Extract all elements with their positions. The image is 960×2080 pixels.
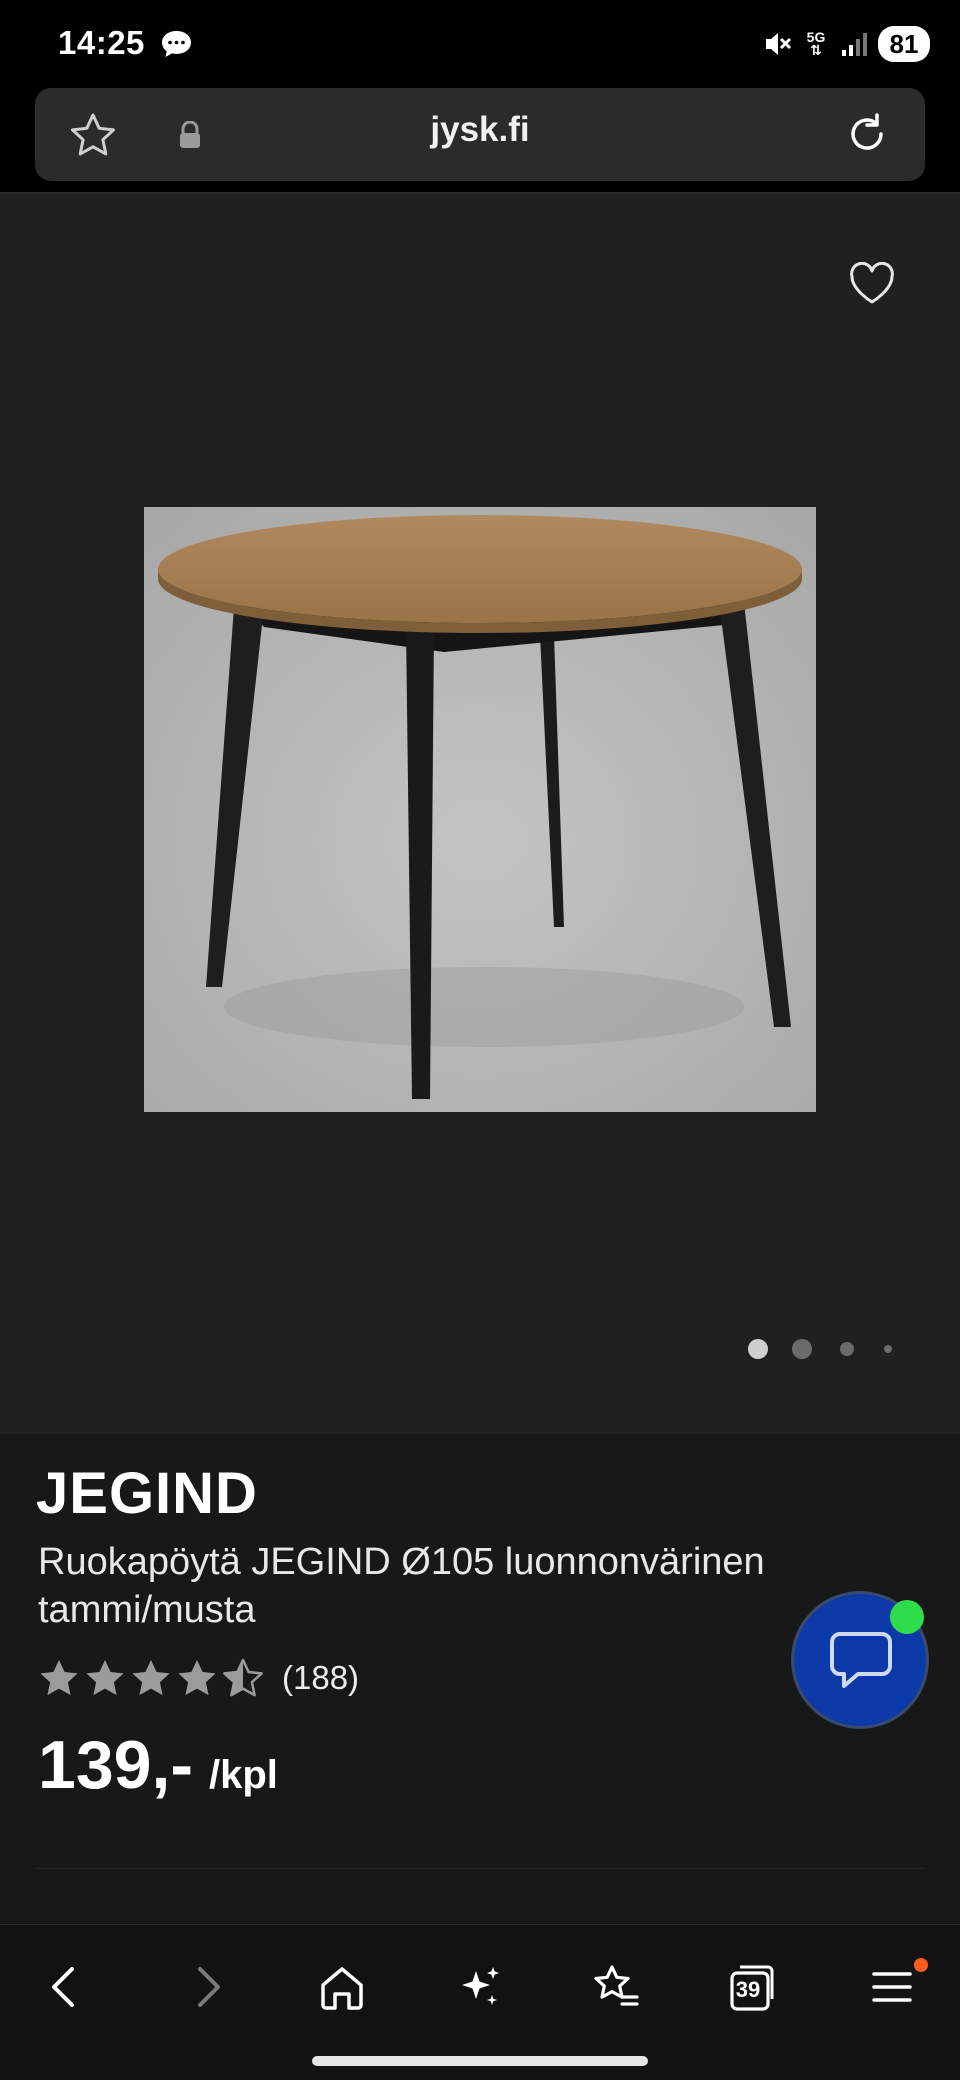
price-row: 139,- /kpl	[38, 1726, 278, 1804]
product-image[interactable]	[144, 507, 816, 1112]
pagination-dot[interactable]	[792, 1339, 812, 1359]
product-rating[interactable]: (188)	[38, 1656, 359, 1700]
reload-icon[interactable]	[843, 110, 891, 158]
message-bubble-icon	[162, 31, 191, 57]
status-bar: 14:25 5G ⇅ 81	[0, 0, 960, 86]
product-price: 139,-	[38, 1727, 193, 1803]
favorites-list-icon	[594, 1965, 639, 2006]
forward-arrow-icon	[198, 1967, 220, 2007]
product-brand: JEGIND	[36, 1461, 258, 1526]
star-full-icon	[40, 1660, 78, 1696]
menu-button[interactable]	[864, 1959, 920, 2015]
network-5g-icon: 5G ⇅	[806, 29, 826, 58]
divider	[36, 1868, 924, 1869]
star-full-icon	[86, 1660, 124, 1696]
pagination-dot[interactable]	[884, 1345, 892, 1353]
gallery-pagination[interactable]	[748, 1339, 892, 1359]
battery-indicator: 81	[878, 26, 930, 62]
product-title: Ruokapöytä JEGIND Ø105 luonnonvärinen ta…	[38, 1541, 765, 1631]
star-half-icon	[223, 1658, 263, 1697]
rating-stars	[38, 1658, 264, 1698]
table-illustration	[144, 507, 816, 1112]
tabs-button[interactable]: 39	[724, 1959, 780, 2015]
back-button[interactable]	[38, 1959, 94, 2015]
status-indicators: 5G ⇅ 81	[762, 24, 930, 64]
tabs-count: 39	[735, 1977, 761, 2002]
review-count[interactable]: (188)	[282, 1659, 359, 1697]
pagination-dot[interactable]	[840, 1342, 854, 1356]
price-unit: /kpl	[209, 1753, 278, 1797]
home-icon	[321, 1967, 363, 2010]
notification-badge	[914, 1958, 928, 1972]
pagination-dot[interactable]	[748, 1339, 768, 1359]
ai-button[interactable]	[452, 1959, 508, 2015]
home-indicator[interactable]	[312, 2056, 648, 2066]
signal-icon	[842, 33, 867, 56]
url-text[interactable]: jysk.fi	[35, 110, 925, 150]
forward-button[interactable]	[178, 1959, 234, 2015]
hamburger-menu-icon	[872, 1972, 912, 2002]
mute-vibrate-icon	[766, 33, 792, 55]
home-button[interactable]	[314, 1959, 370, 2015]
chat-icon	[830, 1632, 892, 1688]
online-indicator	[890, 1600, 924, 1634]
favorites-button[interactable]	[588, 1959, 644, 2015]
star-full-icon	[132, 1660, 170, 1696]
status-time: 14:25	[58, 24, 145, 61]
address-bar[interactable]: jysk.fi	[35, 88, 925, 181]
back-arrow-icon	[52, 1967, 74, 2007]
star-full-icon	[178, 1660, 216, 1696]
sparkle-icon	[462, 1967, 499, 2005]
heart-icon[interactable]	[848, 262, 896, 306]
